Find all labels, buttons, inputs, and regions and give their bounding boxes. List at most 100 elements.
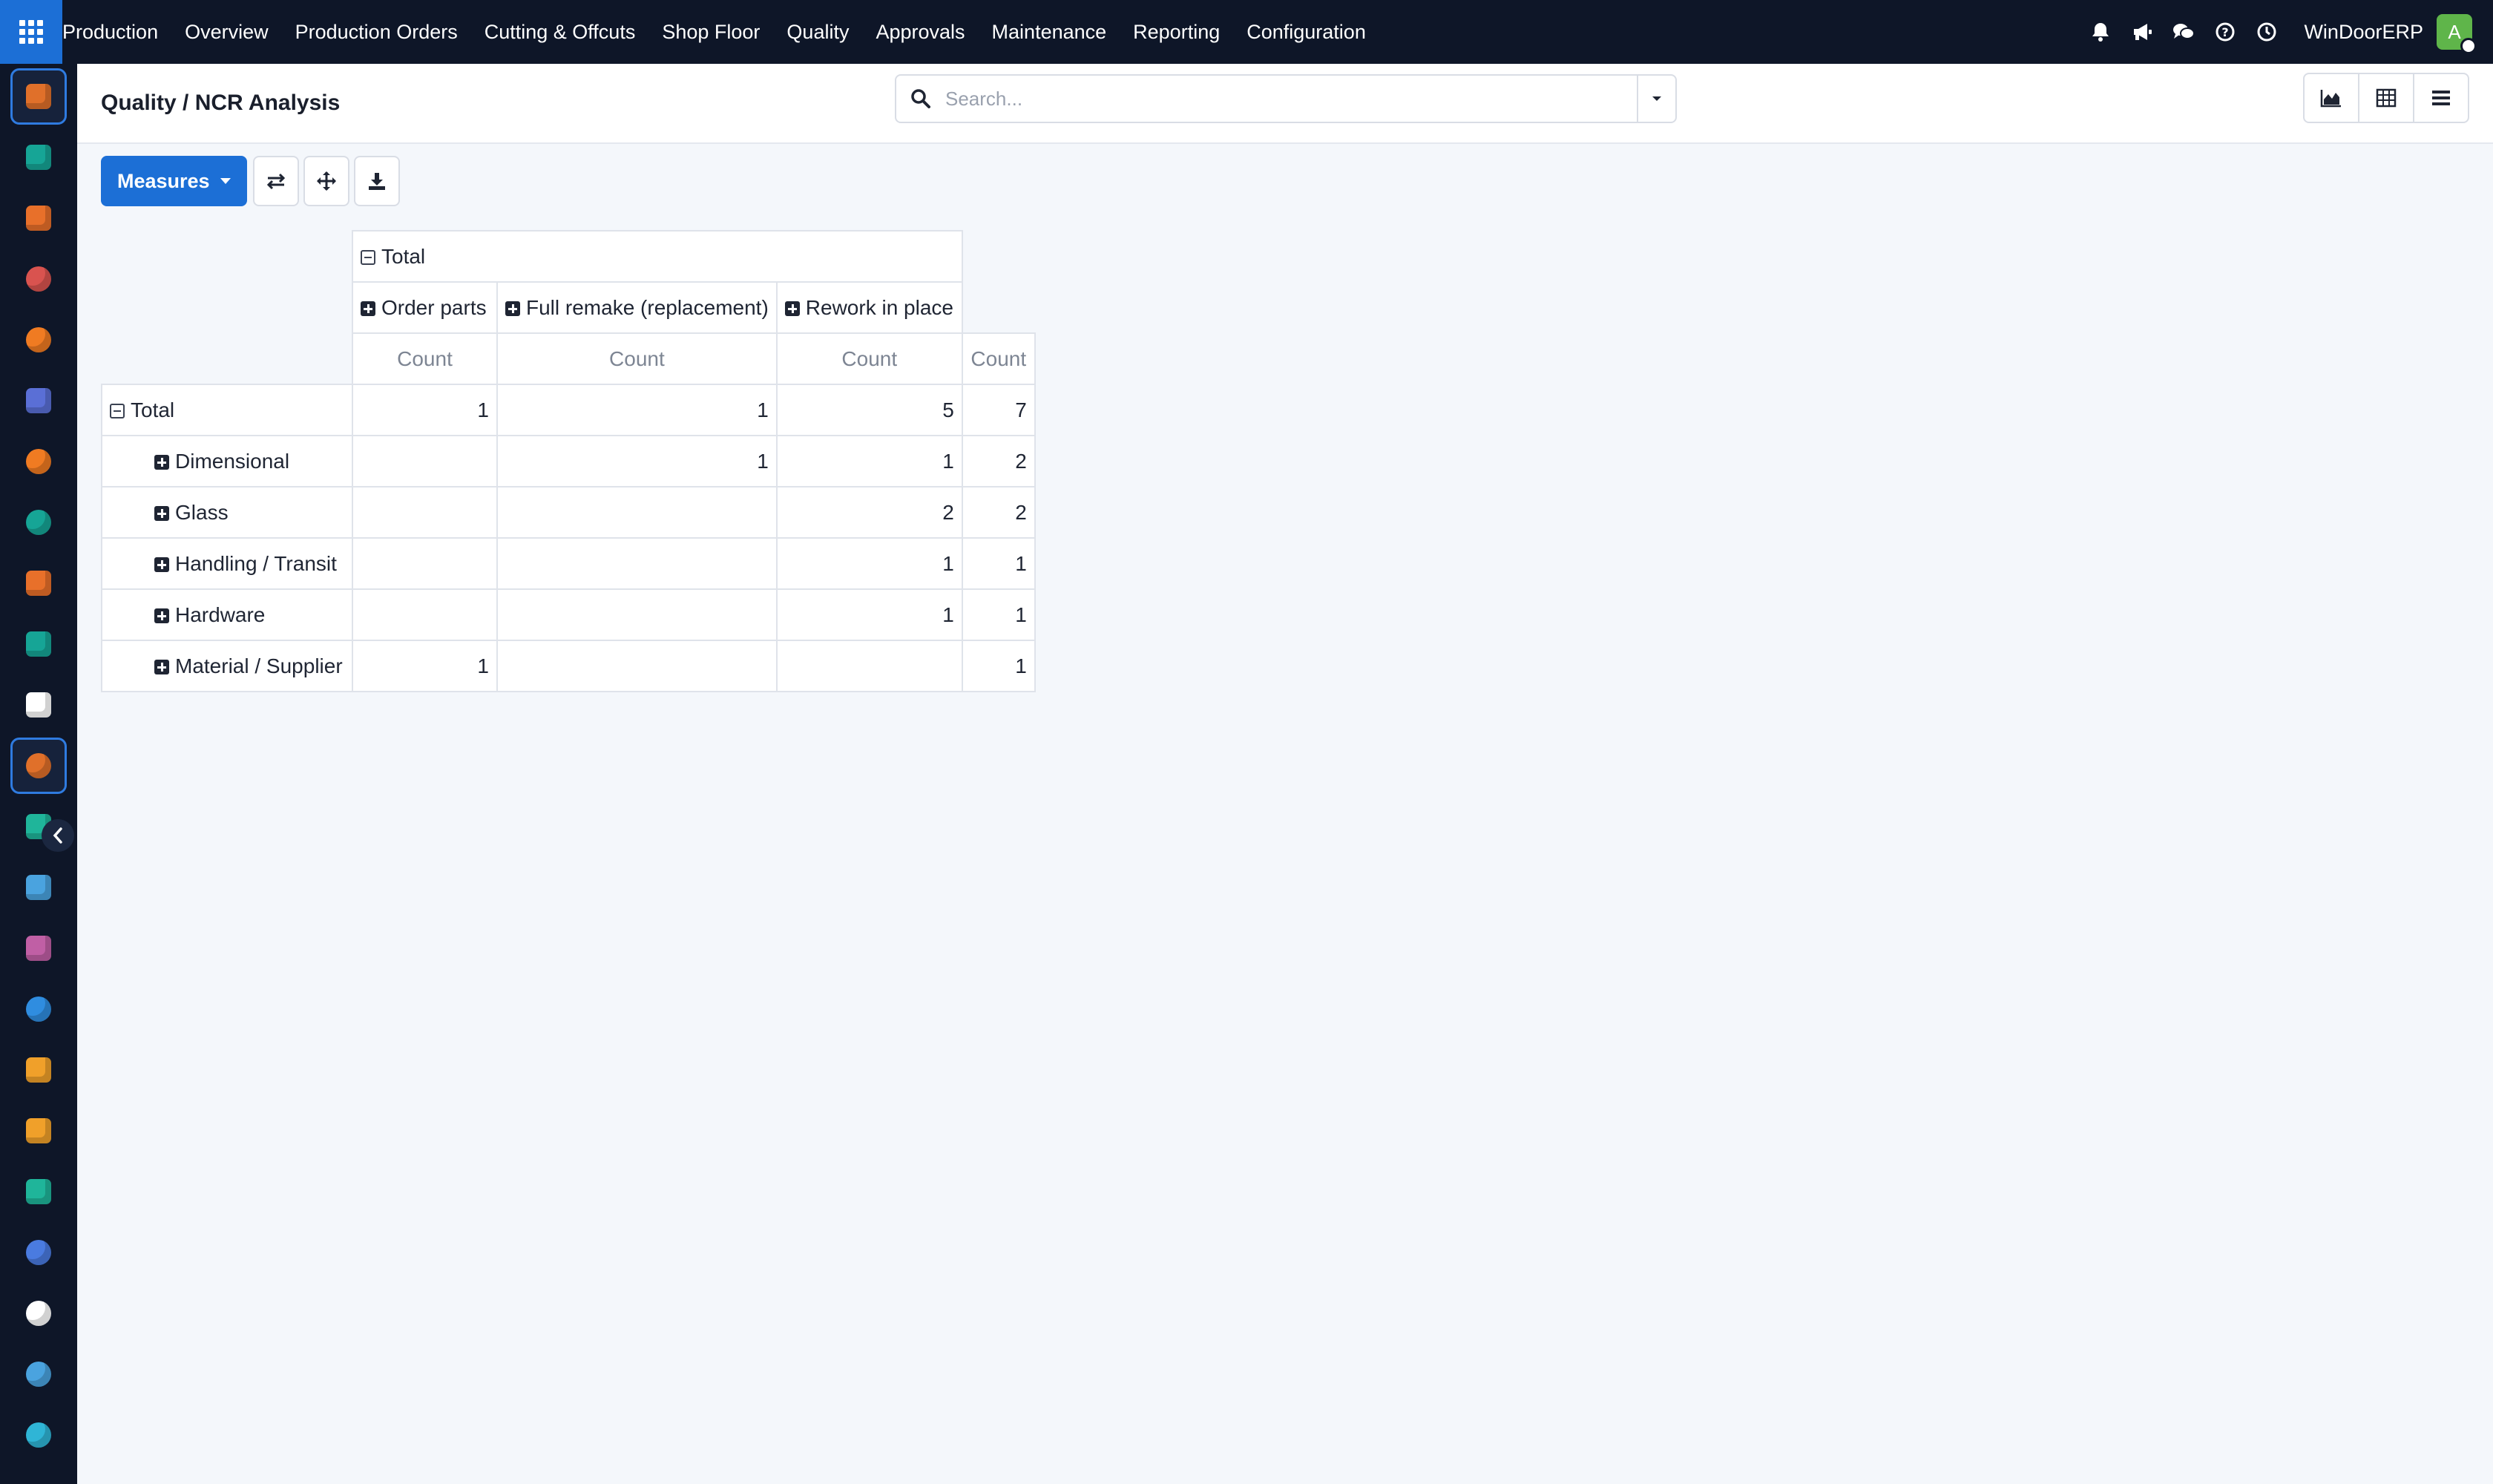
menu-shop-floor[interactable]: Shop Floor bbox=[648, 0, 773, 64]
bell-icon[interactable] bbox=[2082, 13, 2119, 50]
pivot-cell[interactable]: 1 bbox=[775, 537, 963, 590]
pivot-cell[interactable]: 2 bbox=[775, 486, 963, 539]
sidebar-app-contacts-alt[interactable] bbox=[10, 616, 67, 672]
measures-button[interactable]: Measures bbox=[101, 156, 247, 206]
pivot-cell[interactable]: 1 bbox=[961, 640, 1036, 692]
sidebar-app-production-active[interactable] bbox=[10, 738, 67, 794]
col-header-total[interactable]: Total bbox=[352, 230, 963, 283]
pivot-cell[interactable] bbox=[496, 640, 778, 692]
download-button[interactable] bbox=[353, 156, 400, 206]
website-app-icon bbox=[26, 1422, 51, 1448]
sidebar-collapse-button[interactable] bbox=[42, 819, 74, 852]
sidebar-app-check[interactable] bbox=[10, 494, 67, 551]
row-header[interactable]: Glass bbox=[101, 486, 353, 539]
view-graph-button[interactable] bbox=[2303, 73, 2359, 123]
sidebar-app-website[interactable] bbox=[10, 1407, 67, 1463]
menu-production-orders[interactable]: Production Orders bbox=[282, 0, 471, 64]
sidebar-app-dashboards[interactable] bbox=[10, 1224, 67, 1281]
sidebar-app-reporting[interactable] bbox=[10, 190, 67, 246]
mail-app-icon bbox=[26, 388, 51, 413]
app-sidebar bbox=[0, 64, 77, 1484]
expand-all-button[interactable] bbox=[303, 156, 349, 206]
pivot-cell[interactable]: 1 bbox=[961, 537, 1036, 590]
menu-reporting[interactable]: Reporting bbox=[1120, 0, 1233, 64]
sidebar-app-invoicing[interactable] bbox=[10, 981, 67, 1037]
pivot-cell[interactable]: 2 bbox=[961, 435, 1036, 487]
pivot-cell[interactable]: 7 bbox=[961, 384, 1036, 436]
view-list-button[interactable] bbox=[2413, 73, 2469, 123]
pivot-cell[interactable]: 2 bbox=[961, 486, 1036, 539]
col-header-group[interactable]: Full remake (replacement) bbox=[496, 281, 778, 334]
col-header-group[interactable]: Rework in place bbox=[775, 281, 963, 334]
search-options-toggle[interactable] bbox=[1637, 76, 1675, 122]
pivot-cell[interactable] bbox=[496, 588, 778, 641]
pivot-cell[interactable] bbox=[496, 486, 778, 539]
sign-app-icon bbox=[26, 1179, 51, 1204]
company-name[interactable]: WinDoorERP bbox=[2304, 21, 2423, 44]
pivot-cell[interactable] bbox=[352, 486, 498, 539]
sidebar-app-pie[interactable] bbox=[10, 251, 67, 307]
row-header[interactable]: Hardware bbox=[101, 588, 353, 641]
sidebar-app-calendar[interactable] bbox=[10, 1103, 67, 1159]
sidebar-app-bars[interactable] bbox=[10, 555, 67, 611]
menu-brand-production[interactable]: Production bbox=[62, 0, 171, 64]
menu-quality[interactable]: Quality bbox=[773, 0, 862, 64]
menu-approvals[interactable]: Approvals bbox=[862, 0, 978, 64]
row-header[interactable]: Handling / Transit bbox=[101, 537, 353, 590]
pivot-cell[interactable] bbox=[352, 588, 498, 641]
sidebar-app-sign[interactable] bbox=[10, 1163, 67, 1220]
table-row: Glass 2 2 bbox=[101, 486, 1036, 539]
sidebar-app-employees[interactable] bbox=[10, 1042, 67, 1098]
pivot-cell[interactable]: 5 bbox=[775, 384, 963, 436]
pivot-cell[interactable]: 1 bbox=[352, 640, 498, 692]
table-row: Dimensional 1 1 2 bbox=[101, 435, 1036, 487]
pivot-toolbar: Measures bbox=[101, 156, 400, 206]
pivot-cell[interactable]: 1 bbox=[775, 588, 963, 641]
list-icon bbox=[2432, 91, 2450, 105]
app-menu-button[interactable] bbox=[0, 0, 62, 64]
user-avatar[interactable]: A bbox=[2437, 14, 2477, 54]
measure-header[interactable]: Count bbox=[496, 332, 778, 385]
sidebar-app-chat[interactable] bbox=[10, 433, 67, 490]
col-header-group[interactable]: Order parts bbox=[352, 281, 498, 334]
sidebar-app-clock[interactable] bbox=[10, 1346, 67, 1402]
sidebar-app-cube[interactable] bbox=[10, 677, 67, 733]
menu-maintenance[interactable]: Maintenance bbox=[979, 0, 1120, 64]
sidebar-app-discuss[interactable] bbox=[10, 312, 67, 368]
pivot-cell[interactable]: 1 bbox=[496, 384, 778, 436]
megaphone-icon[interactable] bbox=[2124, 13, 2161, 50]
sidebar-app-production[interactable] bbox=[10, 68, 67, 125]
view-pivot-button[interactable] bbox=[2358, 73, 2414, 123]
flip-axis-button[interactable] bbox=[252, 156, 299, 206]
pivot-cell[interactable] bbox=[775, 640, 963, 692]
pivot-cell[interactable]: 1 bbox=[961, 588, 1036, 641]
menu-cutting-offcuts[interactable]: Cutting & Offcuts bbox=[471, 0, 649, 64]
row-header-total[interactable]: Total bbox=[101, 384, 353, 436]
clock-icon[interactable] bbox=[2248, 13, 2285, 50]
pivot-corner bbox=[102, 282, 352, 333]
row-header-label: Hardware bbox=[175, 603, 266, 626]
pivot-cell[interactable]: 1 bbox=[496, 435, 778, 487]
search-input[interactable] bbox=[945, 76, 1637, 121]
sidebar-app-whatsapp[interactable] bbox=[10, 1285, 67, 1342]
main-menu: Production Overview Production Orders Cu… bbox=[62, 0, 1379, 64]
menu-configuration[interactable]: Configuration bbox=[1233, 0, 1379, 64]
chat-bubbles-icon[interactable] bbox=[2165, 13, 2202, 50]
pivot-cell[interactable] bbox=[352, 435, 498, 487]
pivot-cell[interactable] bbox=[496, 537, 778, 590]
measure-header[interactable]: Count bbox=[352, 332, 498, 385]
sidebar-app-contacts[interactable] bbox=[10, 129, 67, 186]
pivot-cell[interactable]: 1 bbox=[775, 435, 963, 487]
cube-app-icon bbox=[26, 692, 51, 718]
measure-header[interactable]: Count bbox=[961, 332, 1036, 385]
row-header[interactable]: Material / Supplier bbox=[101, 640, 353, 692]
sidebar-app-mail[interactable] bbox=[10, 372, 67, 429]
sidebar-app-inventory[interactable] bbox=[10, 920, 67, 976]
pivot-cell[interactable]: 1 bbox=[352, 384, 498, 436]
measure-header[interactable]: Count bbox=[775, 332, 963, 385]
row-header[interactable]: Dimensional bbox=[101, 435, 353, 487]
menu-overview[interactable]: Overview bbox=[171, 0, 282, 64]
help-icon[interactable]: ? bbox=[2207, 13, 2244, 50]
sidebar-app-knowledge[interactable] bbox=[10, 859, 67, 916]
pivot-cell[interactable] bbox=[352, 537, 498, 590]
